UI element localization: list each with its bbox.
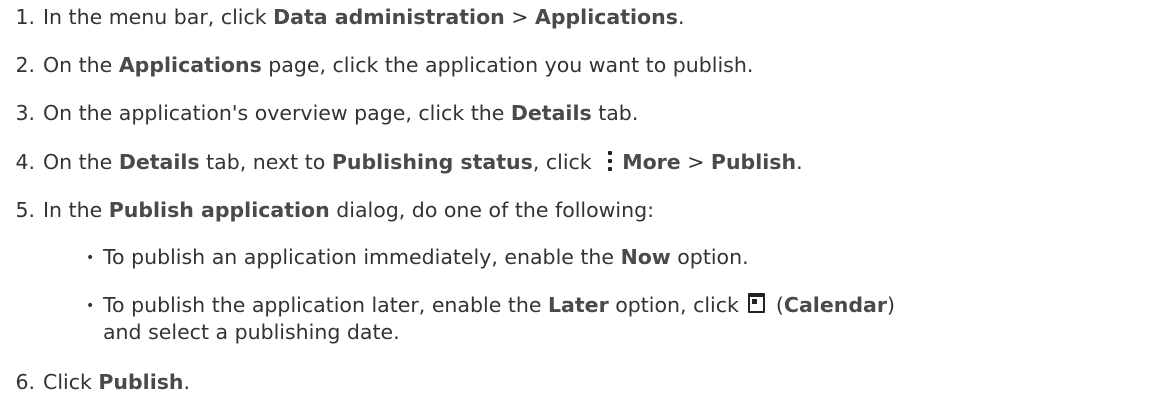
step-text: .: [183, 370, 191, 394]
step-text: On the: [43, 150, 119, 174]
step-text: >: [504, 5, 535, 29]
ui-term: Details: [510, 101, 592, 125]
bullet-glyph: •: [86, 298, 95, 314]
step-3: 3. On the application's overview page, cl…: [0, 100, 638, 126]
more-vertical-icon: [601, 150, 619, 172]
step-text: In the: [43, 198, 109, 222]
ui-term: Applications: [534, 5, 678, 29]
step-text: On the application's overview page, clic…: [43, 101, 511, 125]
step-number: 5.: [15, 198, 35, 222]
step-2: 2. On the Applications page, click the ap…: [0, 52, 753, 78]
ui-term: Publish application: [108, 198, 330, 222]
step-4: 4. On the Details tab, next to Publishing…: [0, 149, 803, 175]
step-text: page, click the application you want to …: [261, 53, 754, 77]
step-6: 6. Click Publish.: [0, 369, 190, 395]
bullet-text: option, click: [608, 293, 746, 317]
bullet-text: To publish an application immediately, e…: [103, 245, 621, 269]
step-number: 3.: [15, 101, 35, 125]
bullet-glyph: •: [86, 250, 95, 266]
bullet-continuation: and select a publishing date.: [103, 320, 400, 344]
bullet-later: • To publish the application later, enabl…: [86, 292, 895, 345]
ui-term: Applications: [118, 53, 262, 77]
ui-term: Details: [118, 150, 200, 174]
step-text: .: [796, 150, 803, 174]
ui-term: Publish: [710, 150, 797, 174]
ui-term: Data administration: [273, 5, 505, 29]
step-text: , click: [532, 150, 599, 174]
step-text: tab.: [591, 101, 639, 125]
step-text: tab, next to: [199, 150, 332, 174]
ui-term: Now: [620, 245, 671, 269]
bullet-text: ): [886, 293, 895, 317]
bullet-text: To publish the application later, enable…: [103, 293, 548, 317]
step-number: 1.: [15, 5, 35, 29]
ui-term: Later: [547, 293, 609, 317]
step-number: 6.: [15, 370, 35, 394]
ui-term: Publishing status: [331, 150, 533, 174]
ui-term: More: [622, 150, 681, 174]
bullet-text: (: [769, 293, 784, 317]
step-text: .: [677, 5, 685, 29]
calendar-icon: [748, 293, 766, 313]
step-1: 1. In the menu bar, click Data administra…: [0, 4, 684, 30]
step-text: >: [680, 150, 711, 174]
step-text: In the menu bar, click: [43, 5, 274, 29]
ui-term: Publish: [98, 370, 184, 394]
step-text: On the: [43, 53, 119, 77]
procedure-steps: 1. In the menu bar, click Data administra…: [0, 0, 1158, 406]
bullet-text: option.: [670, 245, 749, 269]
bullet-now: • To publish an application immediately, …: [86, 244, 749, 271]
step-number: 2.: [15, 53, 35, 77]
ui-term: Calendar: [783, 293, 887, 317]
step-text: dialog, do one of the following:: [329, 198, 655, 222]
step-text: Click: [43, 370, 99, 394]
step-number: 4.: [15, 150, 35, 174]
step-5: 5. In the Publish application dialog, do …: [0, 197, 654, 223]
